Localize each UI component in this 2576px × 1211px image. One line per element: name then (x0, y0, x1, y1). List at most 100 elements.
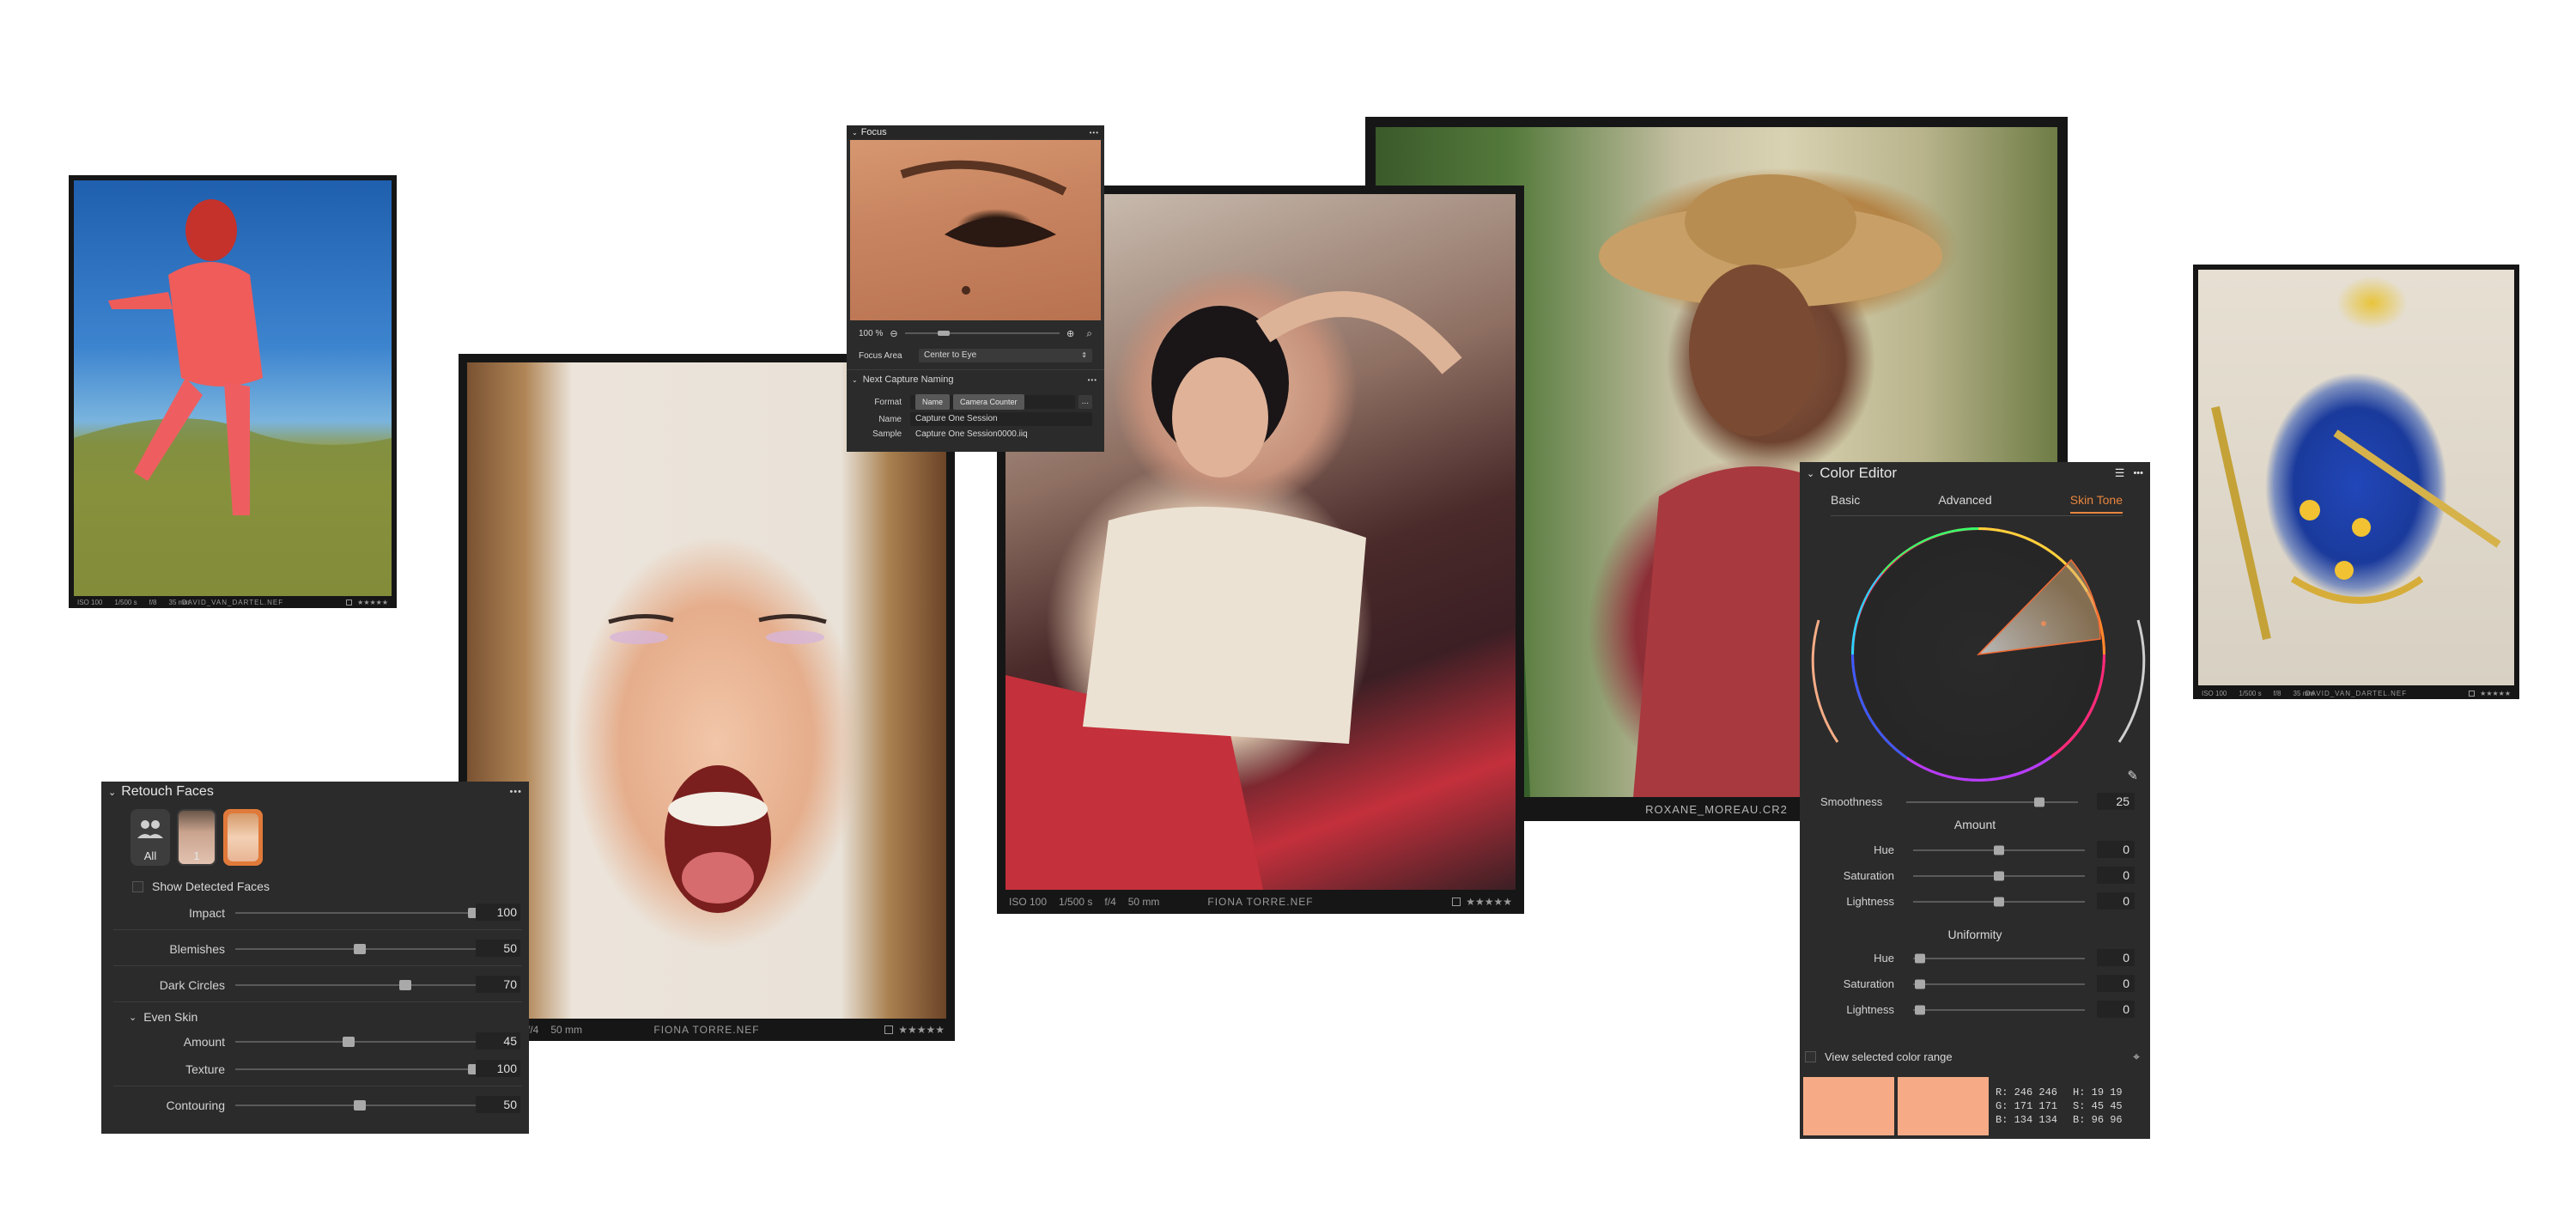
range-indicator-right[interactable] (2117, 619, 2146, 743)
slider-thumb[interactable] (1915, 979, 1925, 989)
chevron-down-icon[interactable]: ⌄ (1807, 468, 1814, 479)
tab-advanced[interactable]: Advanced (1938, 493, 1991, 514)
slider-amount-lightness[interactable]: Lightness 0 (1808, 892, 2143, 912)
format-token-name[interactable]: Name (915, 394, 951, 410)
more-options-icon[interactable]: ••• (509, 787, 522, 797)
slider-value[interactable]: 0 (2097, 841, 2135, 858)
slider-track[interactable] (235, 944, 484, 954)
color-wheel[interactable] (1803, 519, 2147, 794)
slider-value[interactable]: 100 (476, 904, 520, 921)
zoom-slider[interactable] (904, 331, 1060, 336)
even-skin-header[interactable]: ⌄ Even Skin (129, 1010, 197, 1024)
list-icon[interactable]: ☰ (2115, 466, 2125, 480)
star-rating[interactable]: ★★★★★ (1466, 896, 1512, 908)
slider-uniformity-saturation[interactable]: Saturation 0 (1808, 974, 2143, 995)
slider-track[interactable] (235, 1100, 484, 1111)
slider-track[interactable] (235, 980, 484, 990)
slider-track[interactable] (235, 908, 484, 918)
slider-smoothness[interactable]: Smoothness 25 (1808, 792, 2143, 812)
search-icon[interactable]: ⌕ (1086, 327, 1092, 340)
slider-thumb[interactable] (1915, 1005, 1925, 1015)
more-options-icon[interactable]: ••• (2133, 468, 2143, 478)
slider-value[interactable]: 50 (476, 1096, 520, 1113)
more-options-icon[interactable]: ••• (1088, 376, 1097, 384)
face-all-button[interactable]: All (131, 809, 170, 866)
select-checkbox[interactable] (346, 599, 353, 606)
slider-track[interactable] (1913, 897, 2085, 907)
picker-icon[interactable]: ⌖ (2133, 1050, 2140, 1064)
focus-area-select[interactable]: Center to Eye ⇕ (919, 349, 1092, 362)
photo-blue-plate[interactable] (2198, 270, 2514, 685)
slider-uniformity-hue[interactable]: Hue 0 (1808, 948, 2143, 969)
slider-track[interactable] (1913, 845, 2085, 855)
naming-header[interactable]: ⌄ Next Capture Naming ••• (852, 374, 1097, 385)
range-indicator-left[interactable] (1811, 619, 1839, 743)
slider-amount[interactable]: Amount 45 (113, 1031, 520, 1053)
slider-track[interactable] (1913, 871, 2085, 881)
slider-value[interactable]: 0 (2097, 975, 2135, 992)
format-more-button[interactable]: ... (1078, 395, 1092, 409)
slider-thumb[interactable] (342, 1037, 355, 1047)
format-field[interactable]: Name Camera Counter (910, 394, 1075, 410)
focus-preview-image[interactable] (850, 140, 1101, 320)
select-checkbox[interactable] (2469, 690, 2476, 697)
slider-amount-hue[interactable]: Hue 0 (1808, 840, 2143, 861)
star-rating[interactable]: ★★★★★ (357, 599, 388, 606)
slider-value[interactable]: 100 (476, 1060, 520, 1077)
chevron-down-icon[interactable]: ⌄ (852, 376, 858, 384)
slider-value[interactable]: 0 (2097, 867, 2135, 884)
slider-value[interactable]: 25 (2097, 793, 2135, 810)
slider-thumb[interactable] (1994, 845, 2004, 855)
slider-thumb[interactable] (1915, 953, 1925, 964)
slider-track[interactable] (1913, 1005, 2085, 1015)
photo-laughing-woman[interactable] (467, 362, 946, 1019)
slider-track[interactable] (235, 1064, 484, 1074)
chevron-down-icon[interactable]: ⌄ (108, 787, 116, 798)
slider-impact[interactable]: Impact 100 (113, 902, 520, 924)
slider-thumb[interactable] (354, 1100, 366, 1111)
slider-value[interactable]: 70 (476, 976, 520, 993)
slider-value[interactable]: 45 (476, 1032, 520, 1050)
tab-basic[interactable]: Basic (1831, 493, 1860, 514)
star-rating[interactable]: ★★★★★ (898, 1024, 945, 1036)
slider-track[interactable] (1906, 797, 2078, 807)
slider-thumb[interactable] (1994, 897, 2004, 907)
zoom-slider-thumb[interactable] (937, 331, 950, 336)
focus-panel-header[interactable]: ⌄ Focus ••• (847, 125, 1104, 139)
show-detected-faces[interactable]: Show Detected Faces (132, 879, 270, 893)
slider-track[interactable] (1913, 953, 2085, 964)
slider-contouring[interactable]: Contouring 50 (113, 1094, 520, 1117)
slider-value[interactable]: 0 (2097, 949, 2135, 966)
slider-texture[interactable]: Texture 100 (113, 1058, 520, 1080)
face-2-button[interactable] (223, 809, 263, 866)
slider-blemishes[interactable]: Blemishes 50 (113, 938, 520, 960)
slider-value[interactable]: 0 (2097, 892, 2135, 910)
photo-card-laughing-woman[interactable]: f/4 50 mm FIONA TORRE.NEF ★★★★★ (459, 354, 955, 1041)
slider-track[interactable] (1913, 979, 2085, 989)
photo-card-blue-plate[interactable]: ISO 100 1/500 s f/8 35 mm DAVID_VAN_DART… (2193, 265, 2519, 699)
name-input[interactable]: Capture One Session (910, 412, 1092, 426)
retouch-panel-header[interactable]: ⌄ Retouch Faces ••• (101, 782, 529, 802)
eyedropper-icon[interactable]: ✎ (2127, 768, 2138, 783)
zoom-in-icon[interactable]: ⊕ (1066, 328, 1074, 339)
sample-point[interactable] (2041, 621, 2046, 626)
view-range-checkbox[interactable] (1805, 1051, 1816, 1062)
select-checkbox[interactable] (1452, 898, 1461, 906)
slider-value[interactable]: 50 (476, 940, 520, 957)
slider-amount-saturation[interactable]: Saturation 0 (1808, 866, 2143, 886)
slider-thumb[interactable] (1994, 871, 2004, 881)
slider-dark-circles[interactable]: Dark Circles 70 (113, 974, 520, 996)
photo-card-man-red-outfit[interactable]: ISO 100 1/500 s f/8 35 mm DAVID_VAN_DART… (69, 175, 397, 608)
slider-thumb[interactable] (2034, 797, 2045, 807)
photo-man-red-outfit[interactable] (74, 180, 392, 596)
star-rating[interactable]: ★★★★★ (2480, 690, 2511, 697)
show-detected-checkbox[interactable] (132, 880, 143, 892)
chevron-down-icon[interactable]: ⌄ (852, 129, 858, 137)
chevron-down-icon[interactable]: ⌄ (129, 1012, 137, 1023)
format-token-counter[interactable]: Camera Counter (953, 394, 1024, 410)
zoom-out-icon[interactable]: ⊖ (890, 328, 897, 339)
slider-uniformity-lightness[interactable]: Lightness 0 (1808, 1000, 2143, 1020)
view-color-range-row[interactable]: View selected color range ⌖ (1805, 1050, 2145, 1064)
color-editor-header[interactable]: ⌄ Color Editor ☰ ••• (1800, 462, 2150, 484)
face-1-button[interactable]: 1 (177, 809, 216, 866)
